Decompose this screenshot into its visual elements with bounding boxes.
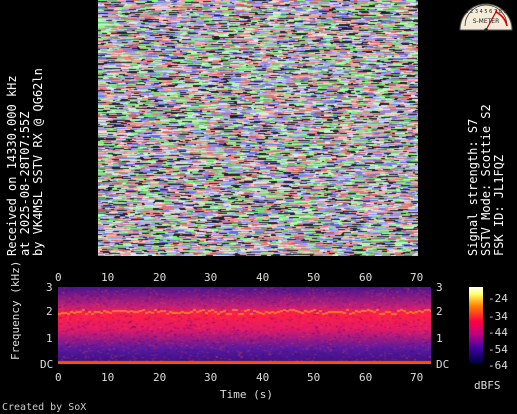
time-tick-bottom: 50 <box>307 371 321 384</box>
freq-tick-right: DC <box>436 358 450 371</box>
s-meter-label: S-METER <box>473 18 500 25</box>
time-tick-top: 10 <box>101 271 115 284</box>
frequency-axis-label: Frequency (kHz) <box>9 260 22 360</box>
time-tick-top: 60 <box>359 271 373 284</box>
time-tick-top: 20 <box>153 271 167 284</box>
time-tick-top: 50 <box>307 271 321 284</box>
receiver-station-line: by VK4MSL SSTV RX @ QG62ln <box>31 68 45 256</box>
time-tick-bottom: 10 <box>101 371 115 384</box>
colorbar-tick: -54 <box>488 343 508 356</box>
s-meter-scale: 1 2 3 4 5 6 7 8 9 <box>465 9 506 15</box>
time-tick-bottom: 30 <box>204 371 218 384</box>
time-tick-bottom: 40 <box>256 371 270 384</box>
freq-tick-right: 2 <box>436 305 443 318</box>
freq-tick-left: DC <box>40 358 54 371</box>
colorbar-tick: -24 <box>488 292 508 305</box>
colorbar-tick: -34 <box>488 310 508 323</box>
reception-info: Received on 14330.000 kHz at 2025-08-28T… <box>5 68 45 256</box>
colorbar-tick: -64 <box>488 359 508 372</box>
freq-tick-left: 2 <box>46 305 53 318</box>
footer-credit: Created by SoX <box>2 402 87 413</box>
time-tick-top: 0 <box>55 271 62 284</box>
time-tick-top: 30 <box>204 271 218 284</box>
time-axis-label: Time (s) <box>220 388 273 401</box>
time-tick-bottom: 70 <box>410 371 424 384</box>
colorbar-tick: -44 <box>488 326 508 339</box>
sstv-received-image <box>98 0 418 256</box>
fsk-id-line: FSK ID: JL1FQZ <box>492 154 506 256</box>
time-tick-bottom: 20 <box>153 371 167 384</box>
time-tick-top: 40 <box>256 271 270 284</box>
freq-tick-right: 1 <box>436 332 443 345</box>
time-tick-bottom: 0 <box>55 371 62 384</box>
dbfs-colorbar <box>469 287 483 363</box>
time-tick-bottom: 60 <box>359 371 373 384</box>
s-meter-icon: 1 2 3 4 5 6 7 8 9 S-METER <box>456 0 516 34</box>
time-tick-top: 70 <box>410 271 424 284</box>
spectrogram-plot <box>58 287 431 364</box>
freq-tick-left: 1 <box>46 332 53 345</box>
colorbar-unit-label: dBFS <box>474 379 501 392</box>
freq-tick-right: 3 <box>436 281 443 294</box>
signal-info: Signal strength: S7 SSTV Mode: Scottie S… <box>466 104 506 256</box>
freq-tick-left: 3 <box>46 281 53 294</box>
